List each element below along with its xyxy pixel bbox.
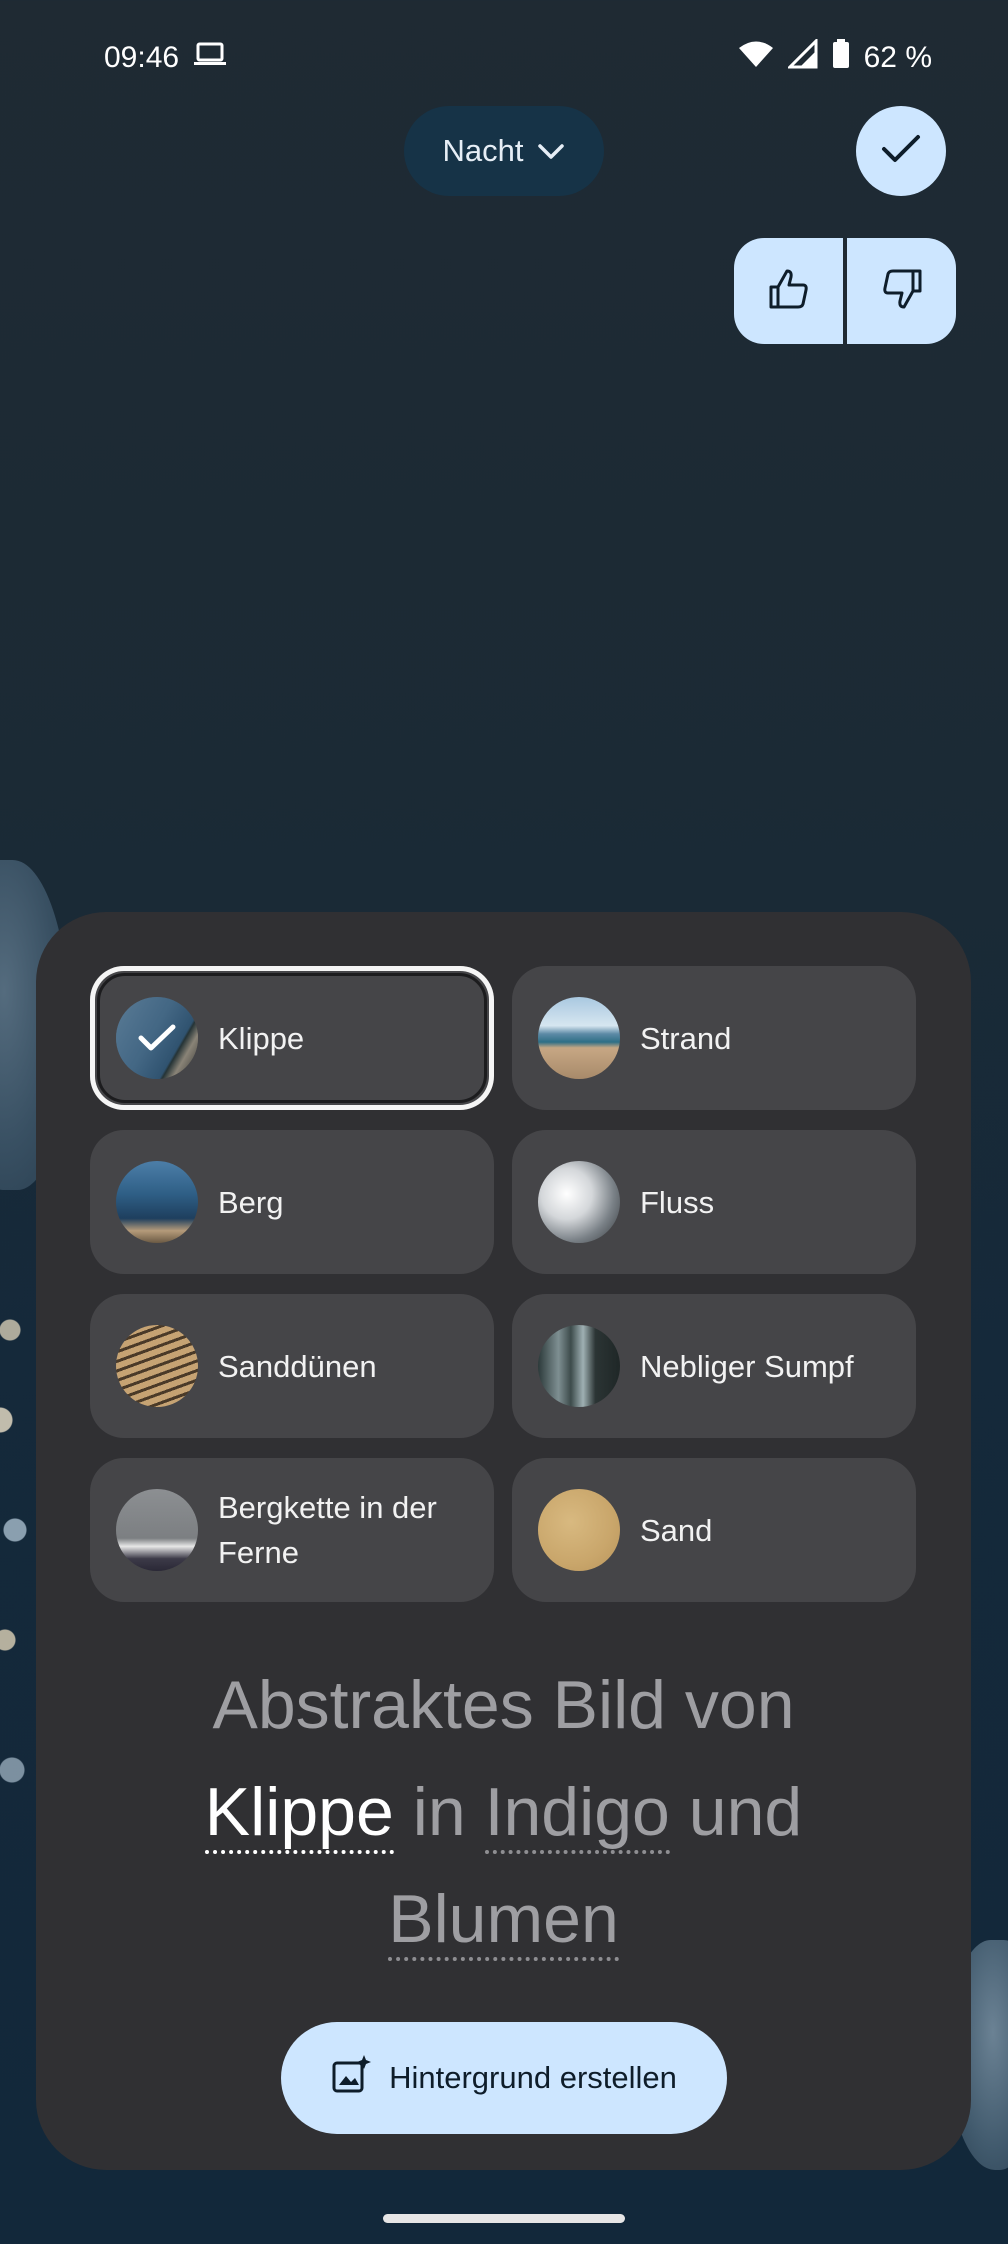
mode-selector[interactable]: Nacht — [404, 106, 604, 196]
prompt-prefix: Abstraktes Bild von — [212, 1667, 795, 1743]
battery-percent: 62 % — [863, 41, 932, 74]
thumb-down-button[interactable] — [847, 238, 956, 344]
chevron-down-icon — [537, 133, 565, 169]
subject-label: Sanddünen — [218, 1348, 377, 1384]
create-wallpaper-button[interactable]: Hintergrund erstellen — [281, 2022, 727, 2134]
dunes-thumbnail — [116, 1325, 198, 1407]
prompt-color-keyword[interactable]: Indigo — [484, 1774, 670, 1854]
subject-label: Strand — [640, 1020, 732, 1056]
wifi-icon — [738, 40, 774, 76]
subject-label: Sand — [640, 1512, 713, 1548]
sand-thumbnail — [538, 1489, 620, 1571]
prompt-subject-keyword[interactable]: Klippe — [204, 1774, 394, 1854]
selected-check-icon — [116, 997, 198, 1079]
swamp-thumbnail — [538, 1325, 620, 1407]
subject-chip-sandduenen[interactable]: Sanddünen — [90, 1294, 494, 1438]
check-icon — [881, 134, 921, 169]
prompt-connector-and: und — [688, 1774, 803, 1850]
subject-chip-strand[interactable]: Strand — [512, 966, 916, 1110]
clock: 09:46 — [104, 41, 180, 74]
subject-label: Klippe — [218, 1020, 305, 1056]
subject-chip-bergkette[interactable]: Bergkette in der Ferne — [90, 1458, 494, 1602]
signal-icon — [785, 37, 818, 77]
subject-chip-nebliger-sumpf[interactable]: Nebliger Sumpf — [512, 1294, 916, 1438]
subject-chip-sand[interactable]: Sand — [512, 1458, 916, 1602]
prompt-line-3: Blumen — [36, 1866, 971, 1973]
subject-chip-berg[interactable]: Berg — [90, 1130, 494, 1274]
subject-label: Berg — [218, 1184, 284, 1220]
feedback-buttons — [734, 238, 956, 344]
thumb-down-icon — [880, 267, 924, 316]
confirm-button[interactable] — [856, 106, 946, 196]
subject-chip-fluss[interactable]: Fluss — [512, 1130, 916, 1274]
subject-label: Fluss — [640, 1184, 715, 1220]
home-indicator[interactable] — [383, 2214, 625, 2223]
cliff-thumbnail — [116, 997, 198, 1079]
thumb-up-button[interactable] — [734, 238, 843, 344]
prompt-element-keyword[interactable]: Blumen — [388, 1881, 619, 1961]
create-button-label: Hintergrund erstellen — [389, 2060, 677, 2095]
mode-label: Nacht — [442, 133, 524, 168]
thumb-up-icon — [767, 267, 811, 316]
prompt-connector-in: in — [412, 1774, 466, 1850]
subject-label: Bergkette in der Ferne — [218, 1490, 437, 1570]
background-flowers — [0, 1300, 40, 1860]
subject-label: Nebliger Sumpf — [640, 1348, 854, 1384]
river-thumbnail — [538, 1161, 620, 1243]
image-sparkle-icon — [331, 2054, 372, 2102]
prompt-sheet: Klippe Strand Berg Fluss Sanddünen Nebli… — [36, 912, 971, 2170]
beach-thumbnail — [538, 997, 620, 1079]
mountain-thumbnail — [116, 1161, 198, 1243]
status-bar: 09:46 62 % — [104, 36, 932, 80]
prompt-line-1: Abstraktes Bild von — [36, 1652, 971, 1759]
prompt-line-2: Klippe in Indigo und — [36, 1759, 971, 1866]
mountain-range-thumbnail — [116, 1489, 198, 1571]
subject-chip-klippe[interactable]: Klippe — [90, 966, 494, 1110]
battery-icon — [832, 39, 850, 77]
prompt-text: Abstraktes Bild von Klippe in Indigo und… — [36, 1652, 971, 1973]
laptop-icon — [193, 41, 227, 75]
subject-grid: Klippe Strand Berg Fluss Sanddünen Nebli… — [90, 966, 916, 1602]
